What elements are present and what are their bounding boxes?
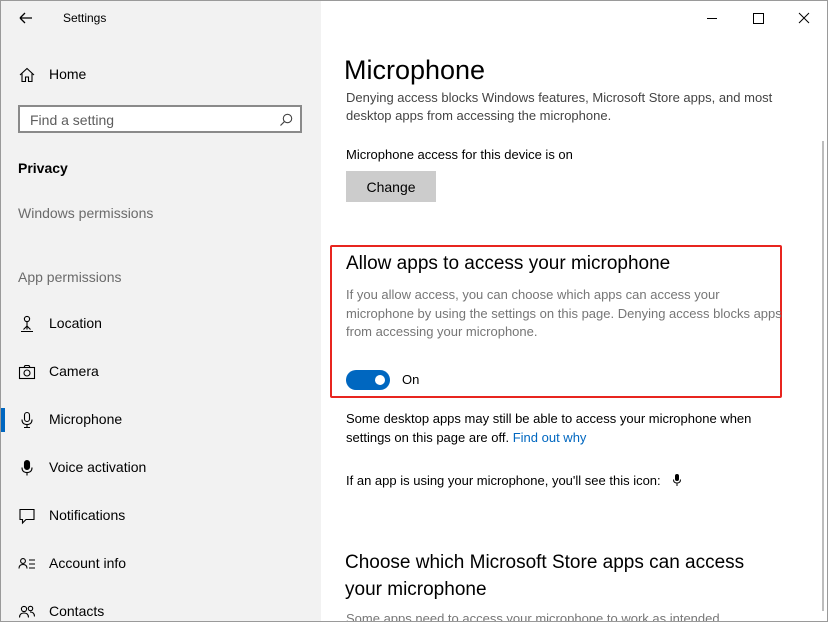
microphone-icon <box>21 411 33 429</box>
sidebar-item-label: Account info <box>49 555 127 571</box>
app-title: Settings <box>63 11 107 25</box>
close-button[interactable] <box>781 1 827 35</box>
microphone-in-use-icon <box>673 474 682 486</box>
desktop-apps-note: Some desktop apps may still be able to a… <box>346 409 796 447</box>
camera-icon <box>18 364 36 380</box>
search-input[interactable] <box>30 111 270 129</box>
home-icon <box>19 67 35 83</box>
device-access-status: Microphone access for this device is on <box>346 147 573 162</box>
change-button[interactable]: Change <box>346 171 436 202</box>
search-box[interactable] <box>18 105 302 133</box>
category-heading: Privacy <box>18 160 68 176</box>
sidebar: Settings Home Privacy Windows permission… <box>1 1 321 621</box>
sidebar-item-location[interactable]: Location <box>1 304 321 344</box>
toggle-state-label: On <box>402 372 420 387</box>
sidebar-item-label: Notifications <box>49 507 126 523</box>
sidebar-item-label: Voice activation <box>49 459 147 475</box>
scrollbar[interactable] <box>822 141 824 611</box>
find-out-why-link[interactable]: Find out why <box>513 430 587 445</box>
settings-window: Settings Home Privacy Windows permission… <box>0 0 828 622</box>
main-content: Denying access blocks Windows features, … <box>321 1 827 621</box>
icon-note: If an app is using your microphone, you'… <box>346 471 684 490</box>
search-icon[interactable] <box>278 112 294 128</box>
intro-text: Denying access blocks Windows features, … <box>346 90 773 123</box>
choose-apps-description: Some apps need to access your microphone… <box>346 611 724 621</box>
page-title: Microphone <box>344 55 496 86</box>
minimize-icon <box>707 18 717 19</box>
sidebar-item-voice-activation[interactable]: Voice activation <box>1 448 321 488</box>
notifications-icon <box>19 508 35 525</box>
windows-permissions-heading: Windows permissions <box>18 205 154 221</box>
maximize-button[interactable] <box>735 1 781 35</box>
location-icon <box>21 315 33 333</box>
back-arrow-icon <box>19 12 32 24</box>
sidebar-item-label: Microphone <box>49 411 123 427</box>
sidebar-item-home[interactable]: Home <box>1 55 321 95</box>
window-controls <box>677 1 827 35</box>
sidebar-item-contacts[interactable]: Contacts <box>1 592 321 621</box>
account-info-icon <box>18 558 35 569</box>
sidebar-item-label: Contacts <box>49 603 105 619</box>
voice-activation-icon <box>21 459 33 476</box>
sidebar-item-label: Location <box>49 315 102 331</box>
allow-apps-description: If you allow access, you can choose whic… <box>346 287 782 339</box>
close-icon <box>798 12 810 24</box>
maximize-icon <box>753 13 764 24</box>
app-permissions-heading: App permissions <box>18 269 122 285</box>
back-button[interactable] <box>13 7 37 29</box>
sidebar-item-account-info[interactable]: Account info <box>1 544 321 584</box>
toggle-knob <box>375 375 385 385</box>
icon-note-text: If an app is using your microphone, you'… <box>346 473 661 488</box>
sidebar-item-camera[interactable]: Camera <box>1 352 321 392</box>
selected-indicator <box>1 408 5 432</box>
contacts-icon <box>18 605 36 618</box>
choose-apps-heading: Choose which Microsoft Store apps can ac… <box>345 552 745 600</box>
minimize-button[interactable] <box>689 1 735 35</box>
sidebar-item-label: Home <box>49 66 87 82</box>
sidebar-item-microphone[interactable]: Microphone <box>1 400 321 440</box>
allow-apps-toggle[interactable] <box>346 370 390 390</box>
sidebar-item-notifications[interactable]: Notifications <box>1 496 321 536</box>
allow-apps-heading: Allow apps to access your microphone <box>346 253 671 274</box>
sidebar-item-label: Camera <box>49 363 99 379</box>
